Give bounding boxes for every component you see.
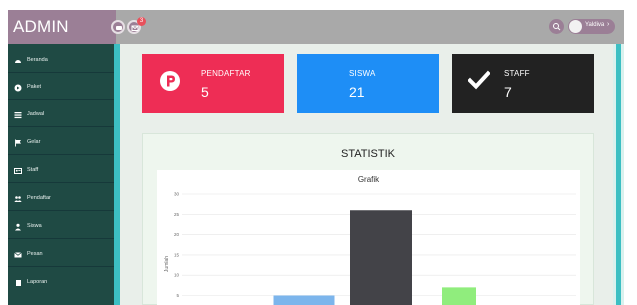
y-tick-label: 10: [174, 273, 180, 278]
y-tick-label: 5: [176, 293, 179, 298]
chart-bar[interactable]: [442, 287, 476, 305]
y-tick-label: 20: [174, 232, 180, 237]
y-tick-label: 25: [174, 212, 180, 217]
bar-chart: 30 25 20 15 10 5 Jumlah: [164, 192, 576, 305]
chart-bar[interactable]: [273, 295, 335, 305]
y-tick-label: 15: [174, 252, 180, 257]
y-tick-label: 30: [174, 192, 180, 197]
y-axis-label: Jumlah: [164, 256, 170, 272]
chart-bar[interactable]: [350, 210, 412, 305]
admin-dashboard: ADMIN EDEN 3 Yaldiva › Beranda Paket Jad…: [0, 0, 637, 305]
